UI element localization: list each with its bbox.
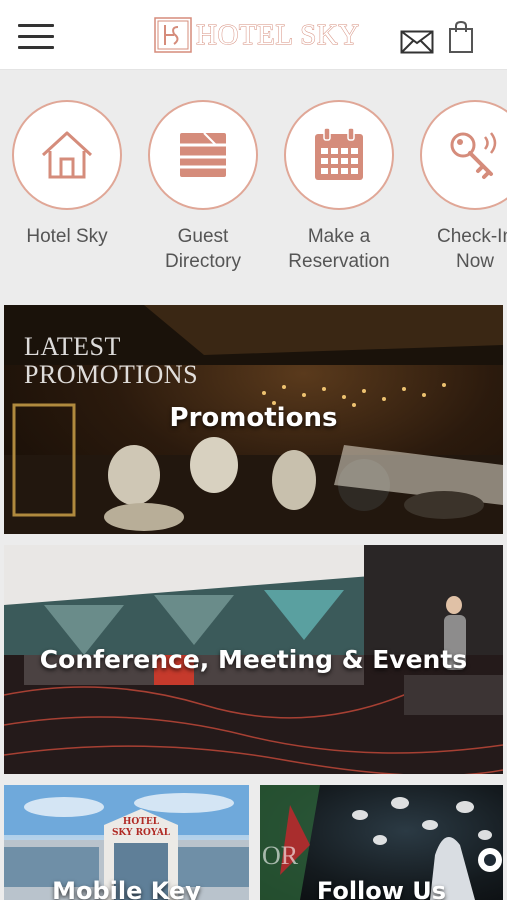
quick-link-circle: [420, 100, 507, 210]
quick-link-label: Make a Reservation: [288, 226, 390, 272]
quick-link-hotel-sky[interactable]: Hotel Sky: [0, 100, 137, 249]
mobile-key-title: Mobile Key: [52, 877, 201, 900]
quick-link-label: Check-In Now: [436, 226, 507, 272]
brand-name: HOTEL SKY: [196, 18, 360, 51]
follow-us-title: Follow Us: [316, 877, 447, 900]
key-icon: [450, 132, 497, 179]
hamburger-menu-icon[interactable]: [18, 24, 54, 50]
logo-mark-icon: [154, 17, 192, 53]
quick-links-row: Hotel Sky Guest Directory Make a Reserva…: [0, 70, 507, 298]
quick-link-circle: [284, 100, 394, 210]
shopping-bag-icon[interactable]: [448, 20, 474, 54]
quick-link-circle: [12, 100, 122, 210]
promotions-title: Promotions: [169, 403, 338, 433]
mobile-key-banner[interactable]: HOTEL SKY ROYAL Mobile Key: [4, 785, 249, 900]
conference-title: Conference, Meeting & Events: [39, 645, 468, 674]
conference-banner[interactable]: Conference, Meeting & Events: [4, 545, 503, 774]
app-header: HOTEL SKY: [0, 0, 507, 70]
promotions-banner[interactable]: LATEST PROMOTIONS Promotions: [4, 305, 503, 534]
quick-link-label: Hotel Sky: [26, 226, 108, 247]
quick-link-check-in[interactable]: Check-In Now: [405, 100, 507, 274]
quick-link-make-reservation[interactable]: Make a Reservation: [269, 100, 409, 274]
house-icon: [41, 131, 93, 179]
hotel-sign: HOTEL SKY ROYAL: [111, 817, 171, 838]
book-icon: [180, 132, 226, 177]
quick-link-label: Guest Directory: [164, 226, 241, 272]
hotel-logo[interactable]: HOTEL SKY: [154, 15, 360, 55]
latest-promotions-overlay: LATEST PROMOTIONS: [24, 332, 199, 389]
quick-link-guest-directory[interactable]: Guest Directory: [133, 100, 273, 274]
follow-us-banner[interactable]: OR Follow Us: [260, 785, 503, 900]
calendar-icon: [315, 127, 363, 180]
follow-us-overlay: OR: [262, 841, 299, 870]
mail-icon[interactable]: [400, 30, 434, 54]
quick-link-circle: [148, 100, 258, 210]
